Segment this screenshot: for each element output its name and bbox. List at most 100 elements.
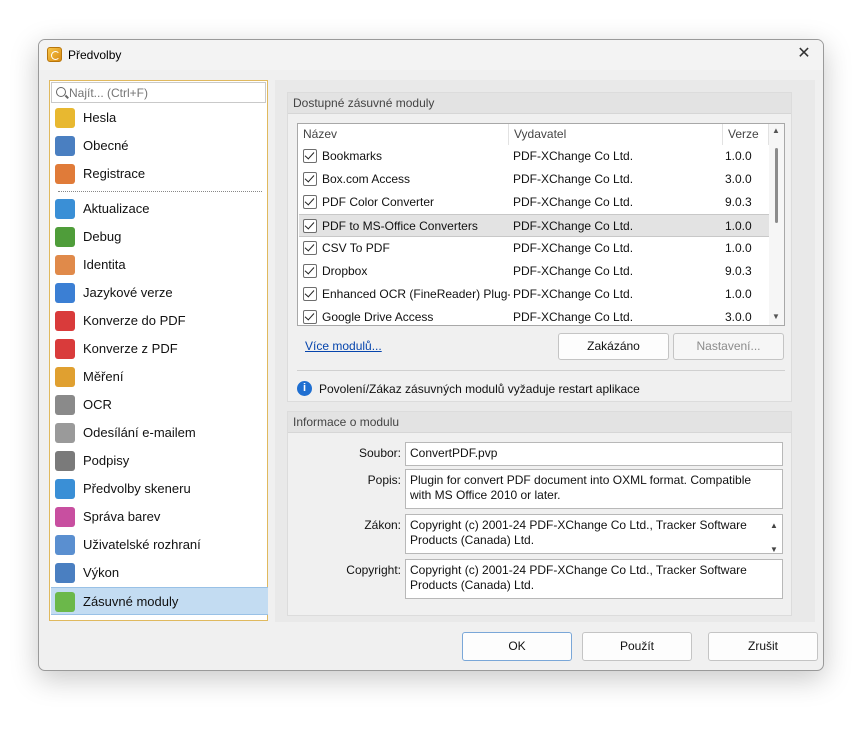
category-sidebar: Hesla Obecné Registrace Aktualizace Debug Ide… (49, 80, 268, 621)
plugin-publisher: PDF-XChange Co Ltd. (513, 195, 634, 209)
sidebar-item-label: Uživatelské rozhraní (83, 537, 201, 552)
sidebar-item-4[interactable]: Aktualizace (51, 195, 268, 223)
sidebar-item-16[interactable]: Uživatelské rozhraní (51, 531, 268, 559)
plugin-enabled-checkbox[interactable] (303, 264, 317, 278)
plugin-row[interactable]: Enhanced OCR (FineReader) Plug-In PDF-XCh… (299, 283, 769, 306)
plugin-row[interactable]: Box.com Access PDF-XChange Co Ltd. 3.0.0 (299, 168, 769, 191)
sidebar-item-label: Obecné (83, 138, 129, 153)
main-content: Dostupné zásuvné moduly Název Vydavatel … (275, 80, 815, 622)
plugin-version: 1.0.0 (725, 219, 752, 233)
scroll-up-icon[interactable]: ▲ (772, 126, 780, 135)
plugin-row[interactable]: CSV To PDF PDF-XChange Co Ltd. 1.0.0 (299, 237, 769, 260)
plugin-enabled-checkbox[interactable] (303, 149, 317, 163)
law-field-scrollbar[interactable]: ▲ ▼ (768, 516, 781, 553)
sidebar-item-1[interactable]: Hesla (51, 104, 268, 132)
scroll-down-icon[interactable]: ▼ (770, 542, 778, 553)
sidebar-item-5[interactable]: Debug (51, 223, 268, 251)
sidebar-item-3[interactable]: Registrace (51, 160, 268, 188)
apply-button[interactable]: Použít (582, 632, 692, 661)
sidebar-item-8[interactable]: Konverze do PDF (51, 307, 268, 335)
plugin-version: 3.0.0 (725, 172, 752, 186)
sidebar-item-17[interactable]: Výkon (51, 559, 268, 587)
plugin-enabled-checkbox[interactable] (303, 241, 317, 255)
plugin-name: PDF to MS-Office Converters (322, 219, 478, 233)
sidebar-item-14[interactable]: Předvolby skeneru (51, 475, 268, 503)
sidebar-item-label: Správa barev (83, 509, 161, 524)
plugin-enabled-checkbox[interactable] (303, 219, 317, 233)
law-text: Copyright (c) 2001-24 PDF-XChange Co Ltd… (410, 518, 747, 547)
copyright-field[interactable]: Copyright (c) 2001-24 PDF-XChange Co Ltd… (405, 559, 783, 599)
plugin-publisher: PDF-XChange Co Ltd. (513, 172, 634, 186)
file-field[interactable]: ConvertPDF.pvp (405, 442, 783, 466)
plugin-settings-button[interactable]: Nastavení... (673, 333, 784, 360)
search-box[interactable] (51, 82, 266, 103)
cancel-button[interactable]: Zrušit (708, 632, 818, 661)
divider (297, 370, 785, 371)
column-header-publisher[interactable]: Vydavatel (509, 124, 723, 145)
scroll-up-icon[interactable]: ▲ (770, 518, 778, 533)
sidebar-separator (58, 191, 262, 192)
sidebar-item-11[interactable]: OCR (51, 391, 268, 419)
sidebar-item-label: Hesla (83, 110, 117, 125)
plugin-version: 1.0.0 (725, 287, 752, 301)
file-label: Soubor: (358, 446, 401, 460)
sidebar-item-label: Registrace (83, 166, 146, 181)
plugin-publisher: PDF-XChange Co Ltd. (513, 310, 634, 324)
plugin-enabled-checkbox[interactable] (303, 172, 317, 186)
more-plugins-link[interactable]: Více modulů... (305, 339, 382, 353)
sidebar-item-9[interactable]: Konverze z PDF (51, 335, 268, 363)
sidebar-item-18[interactable]: Zásuvné moduly (51, 587, 268, 615)
sidebar-item-13[interactable]: Podpisy (51, 447, 268, 475)
globe-update-icon (55, 199, 75, 219)
sidebar-item-10[interactable]: Měření (51, 363, 268, 391)
sidebar-item-label: Konverze z PDF (83, 341, 178, 356)
plugin-row[interactable]: Dropbox PDF-XChange Co Ltd. 9.0.3 (299, 260, 769, 283)
person-icon (55, 255, 75, 275)
sidebar-item-12[interactable]: Odesílání e-mailem (51, 419, 268, 447)
plugin-version: 9.0.3 (725, 264, 752, 278)
window-title: Předvolby (68, 48, 122, 62)
plugin-row[interactable]: Bookmarks PDF-XChange Co Ltd. 1.0.0 (299, 145, 769, 168)
copyright-label: Copyright: (346, 563, 401, 577)
restart-notice: Povolení/Zákaz zásuvných modulů vyžaduje… (319, 382, 640, 396)
ocr-icon (55, 395, 75, 415)
plugin-enabled-checkbox[interactable] (303, 195, 317, 209)
ui-icon (55, 535, 75, 555)
scroll-thumb[interactable] (775, 148, 778, 223)
plugin-name: CSV To PDF (322, 241, 390, 255)
plugin-name: Box.com Access (322, 172, 411, 186)
column-header-name[interactable]: Název (298, 124, 509, 145)
scroll-down-icon[interactable]: ▼ (772, 312, 780, 321)
sidebar-item-6[interactable]: Identita (51, 251, 268, 279)
plugin-enabled-checkbox[interactable] (303, 310, 317, 324)
close-button[interactable]: ✕ (791, 42, 817, 66)
envelope-icon (55, 423, 75, 443)
search-input[interactable] (69, 84, 259, 101)
app-icon (47, 47, 62, 62)
sidebar-item-label: Konverze do PDF (83, 313, 186, 328)
toggle-plugin-button[interactable]: Zakázáno (558, 333, 669, 360)
plugins-group-title: Dostupné zásuvné moduly (288, 93, 791, 114)
plugin-enabled-checkbox[interactable] (303, 287, 317, 301)
signature-icon (55, 451, 75, 471)
plugin-row[interactable]: PDF Color Converter PDF-XChange Co Ltd. 9.… (299, 191, 769, 214)
sidebar-item-label: Zásuvné moduly (83, 594, 179, 609)
plugin-name: PDF Color Converter (322, 195, 435, 209)
sidebar-item-label: Debug (83, 229, 122, 244)
sidebar-item-2[interactable]: Obecné (51, 132, 268, 160)
sidebar-item-15[interactable]: Správa barev (51, 503, 268, 531)
description-field[interactable]: Plugin for convert PDF document into OXM… (405, 469, 783, 509)
sidebar-item-label: Aktualizace (83, 201, 150, 216)
column-header-version[interactable]: Verze (723, 124, 769, 145)
preferences-dialog: Předvolby ✕ Hesla Obecné Registrace Aktuali… (38, 39, 824, 671)
law-field[interactable]: Copyright (c) 2001-24 PDF-XChange Co Ltd… (405, 514, 783, 554)
sidebar-item-7[interactable]: Jazykové verze (51, 279, 268, 307)
ok-button[interactable]: OK (462, 632, 572, 661)
plugin-row[interactable]: PDF to MS-Office Converters PDF-XChange C… (299, 214, 769, 237)
sidebar-item-label: Předvolby skeneru (83, 481, 191, 496)
plugin-row[interactable]: Google Drive Access PDF-XChange Co Ltd. 3.… (299, 306, 769, 329)
user-add-icon (55, 164, 75, 184)
sidebar-item-label: OCR (83, 397, 112, 412)
plugin-table-scrollbar[interactable]: ▲ ▼ (769, 124, 784, 325)
plugin-version: 9.0.3 (725, 195, 752, 209)
